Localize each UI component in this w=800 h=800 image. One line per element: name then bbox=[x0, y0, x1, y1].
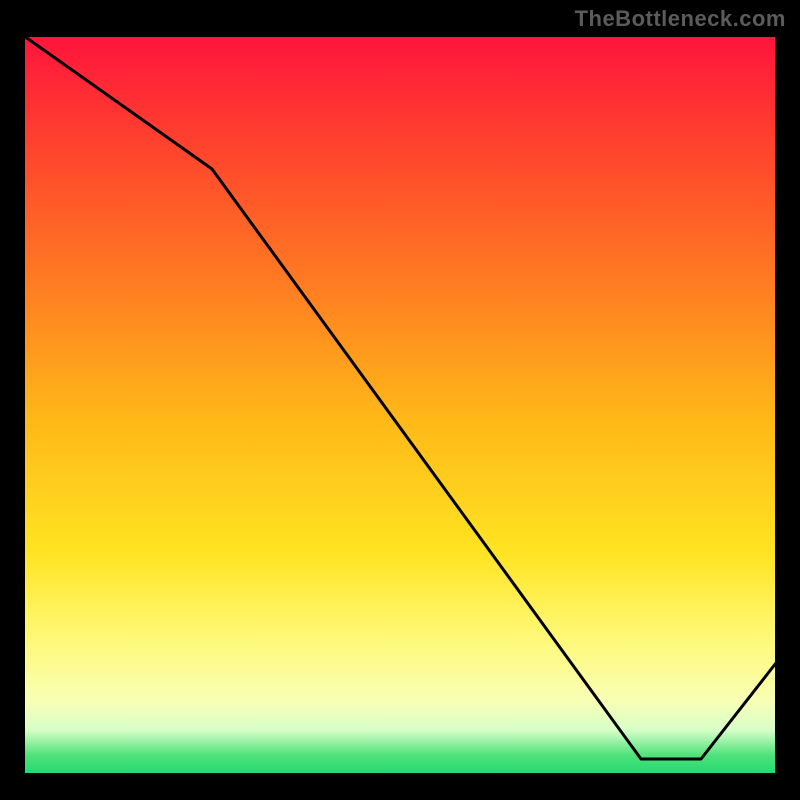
plot-outer bbox=[20, 32, 780, 778]
chart-container: TheBottleneck.com bbox=[0, 0, 800, 800]
data-line bbox=[20, 32, 780, 778]
plot-area bbox=[20, 32, 780, 778]
watermark-text: TheBottleneck.com bbox=[575, 6, 786, 32]
